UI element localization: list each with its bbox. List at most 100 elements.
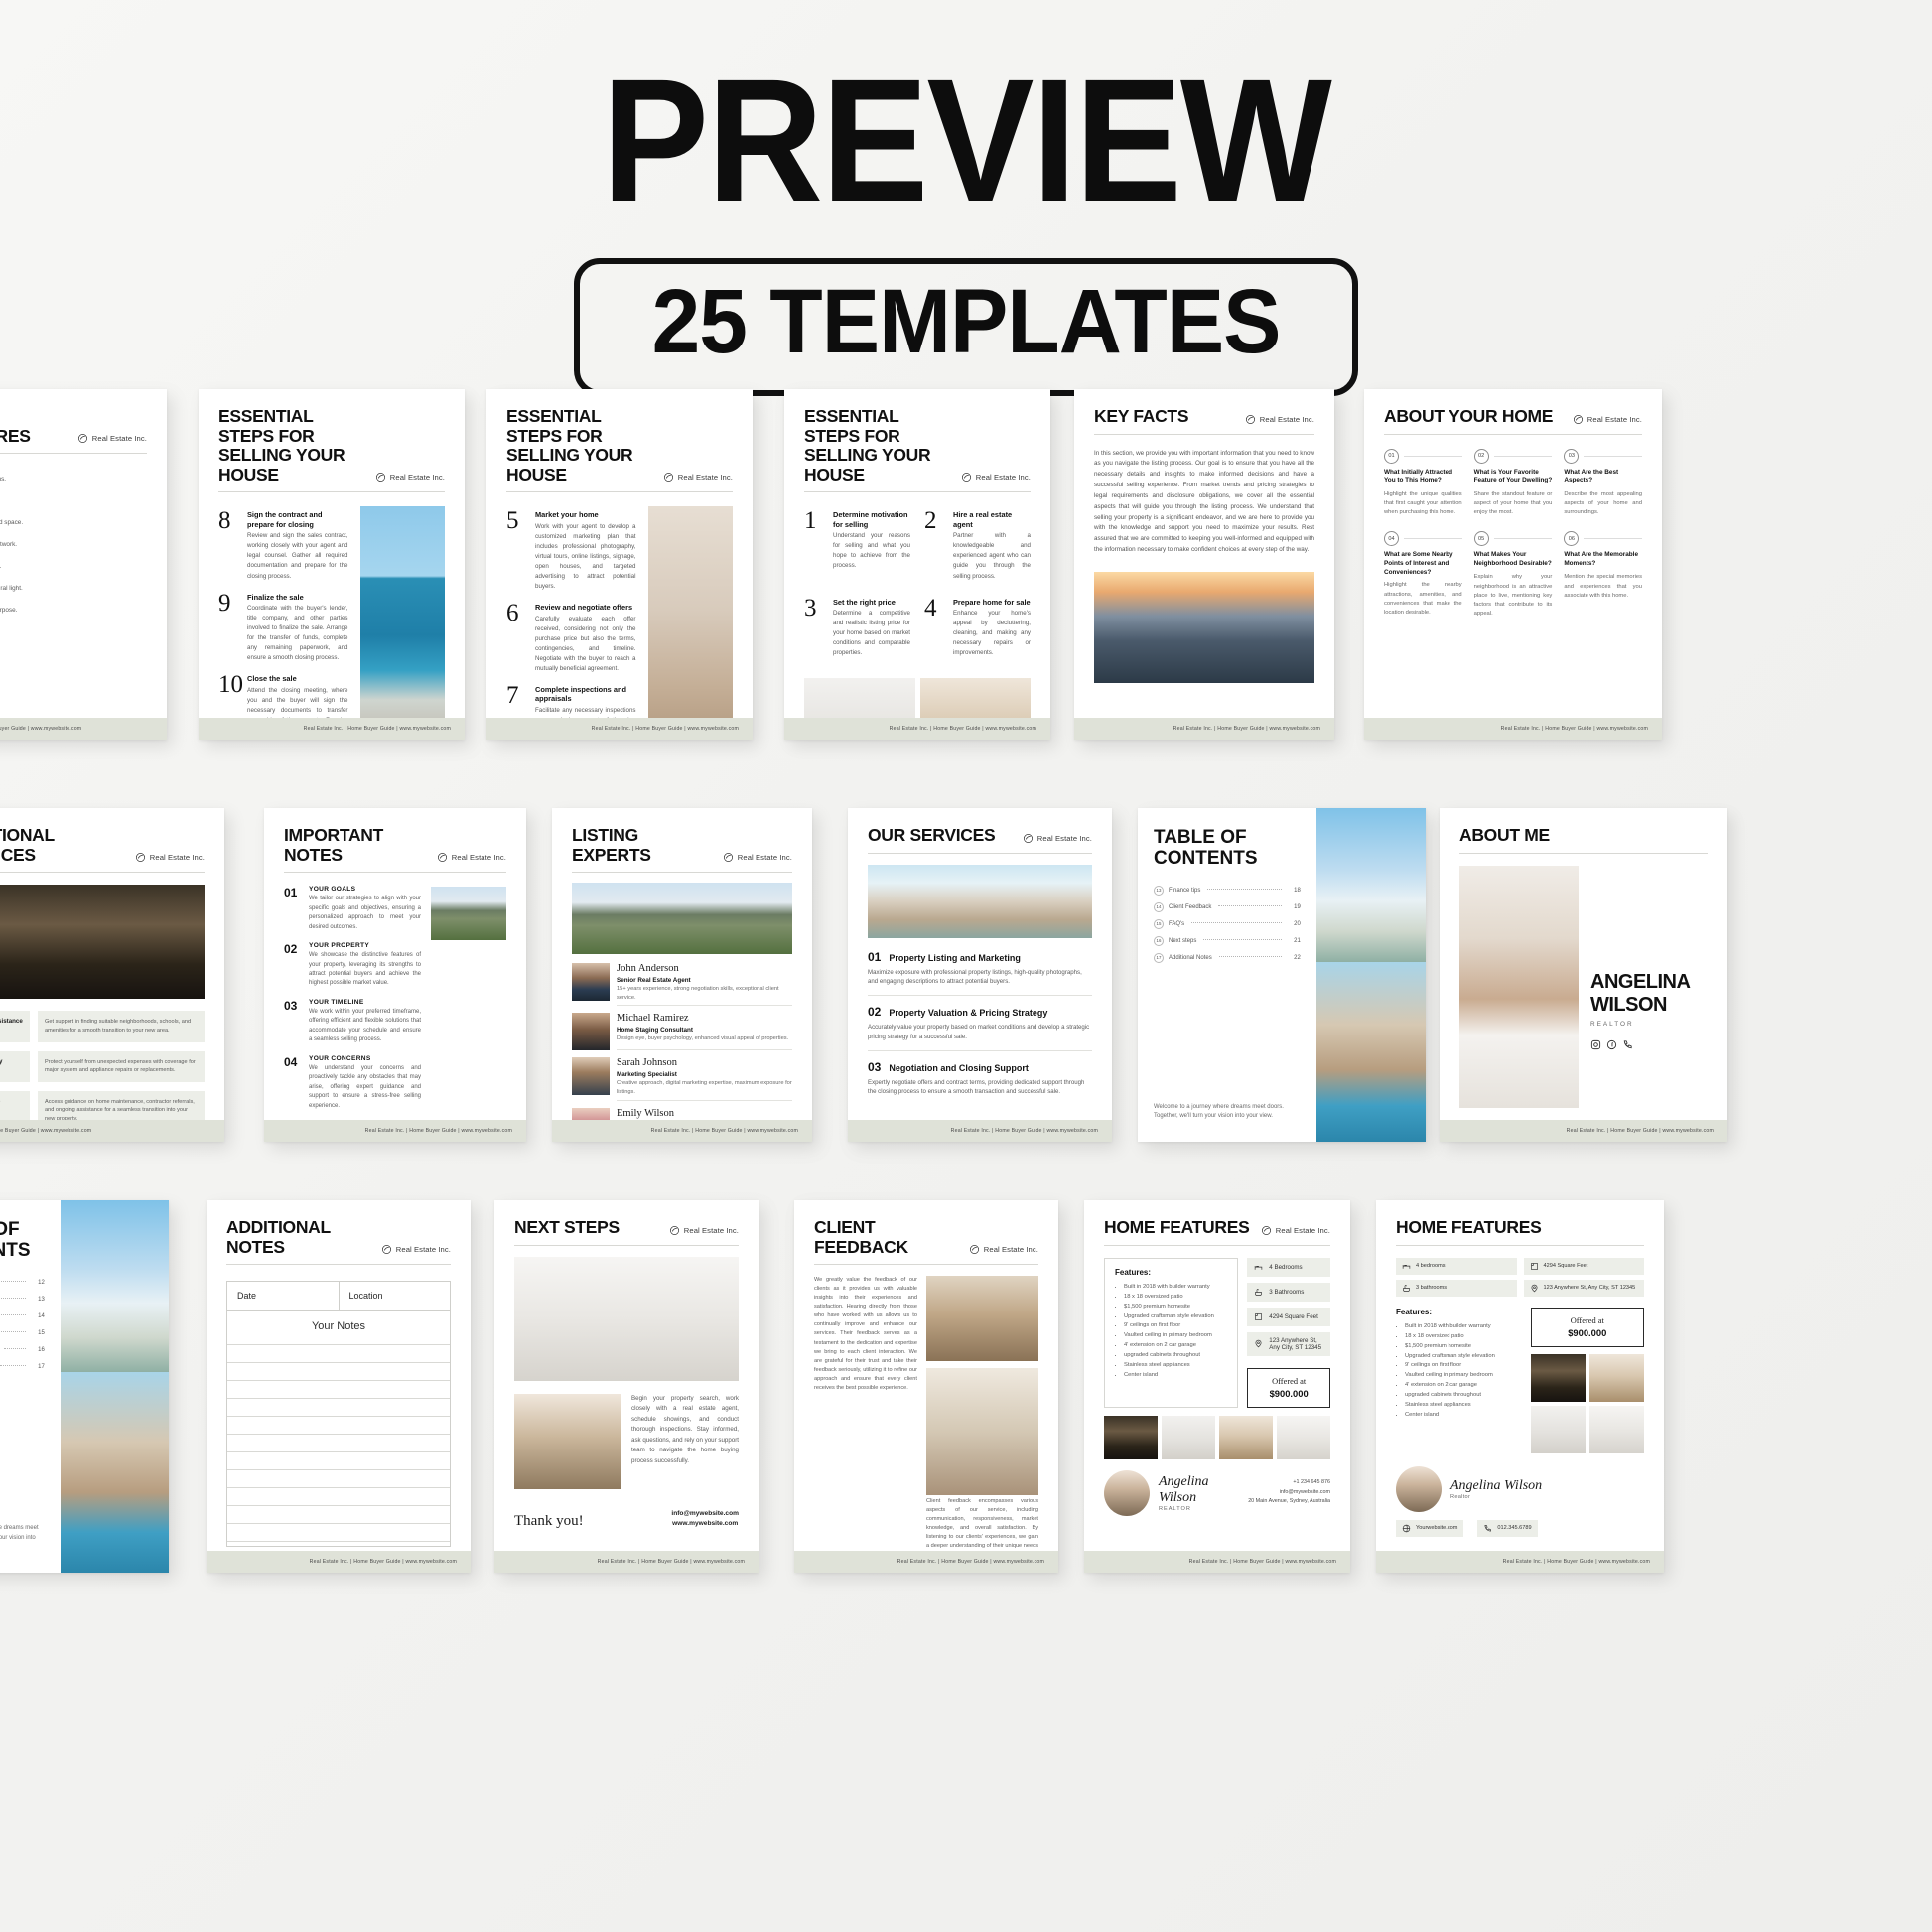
step-item: 9 Finalize the sale Coordinate with the … bbox=[218, 591, 348, 664]
property-photo-room-2 bbox=[919, 678, 1031, 718]
agent-email[interactable]: info@mywebsite.com bbox=[1248, 1488, 1330, 1498]
toc-row[interactable]: 16 Next steps 21 bbox=[1154, 935, 1301, 946]
contact-website[interactable]: www.mywebsite.com bbox=[671, 1519, 739, 1530]
template-card-key-facts[interactable]: KEY FACTS Real Estate Inc. In this secti… bbox=[1074, 389, 1334, 740]
template-card-next-steps[interactable]: NEXT STEPS Real Estate Inc. Begin your p… bbox=[494, 1200, 759, 1573]
template-card-home-features-b[interactable]: HOME FEATURES 4 bedrooms 3 bathrooms 429… bbox=[1376, 1200, 1664, 1573]
step-item: 4 Prepare home for sale Enhance your hom… bbox=[924, 594, 1031, 659]
hero-section: PREVIEW 25 TEMPLATES bbox=[0, 0, 1932, 396]
divider bbox=[226, 1264, 451, 1266]
template-card-additional-services[interactable]: ADDITIONAL SERVICES Real Estate Inc. Rel… bbox=[0, 808, 224, 1142]
offer-price: $900.000 bbox=[1568, 1326, 1607, 1338]
page-title: TABLE OF CONTENTS bbox=[0, 1219, 31, 1261]
leaf-icon bbox=[1261, 1225, 1271, 1235]
template-card-client-feedback[interactable]: CLIENT FEEDBACK Real Estate Inc. We grea… bbox=[794, 1200, 1058, 1573]
toc-row[interactable]: 08 Home Features 13 bbox=[0, 1295, 45, 1305]
property-photo-kitchen-bar bbox=[514, 1393, 621, 1489]
template-card-table-of-contents-b[interactable]: TABLE OF CONTENTS 13 Finance tips 18 14 … bbox=[1138, 808, 1426, 1142]
template-card-selling-steps-1-4[interactable]: ESSENTIAL STEPS FOR SELLING YOUR HOUSE R… bbox=[784, 389, 1050, 740]
avatar bbox=[572, 1057, 610, 1096]
step-number: 4 bbox=[924, 594, 937, 621]
next-steps-paragraph: Begin your property search, work closely… bbox=[631, 1394, 740, 1464]
template-card-important-notes[interactable]: IMPORTANT NOTES Real Estate Inc. 01 YOUR… bbox=[264, 808, 526, 1142]
toc-row[interactable]: 07 Key Features 12 bbox=[0, 1278, 45, 1288]
template-card-home-features-a[interactable]: HOME FEATURES Real Estate Inc. Features:… bbox=[1084, 1200, 1350, 1573]
offer-box: Offered at $900.000 bbox=[1530, 1307, 1644, 1347]
expert-description: Creative approach, digital marketing exp… bbox=[617, 1080, 792, 1096]
card-footer: Real Estate Inc. | Home Buyer Guide | ww… bbox=[207, 1551, 471, 1573]
question-text: What Are the Best Aspects? bbox=[1564, 468, 1619, 484]
phone-icon[interactable] bbox=[1622, 1039, 1633, 1050]
service-row: Post-Purchase Support Access guidance on… bbox=[0, 1090, 205, 1120]
area-icon bbox=[1255, 1312, 1263, 1320]
brand-logo: Real Estate Inc. bbox=[1245, 414, 1314, 427]
expert-role: Home Staging Consultant bbox=[617, 1026, 693, 1034]
template-card-additional-notes[interactable]: ADDITIONAL NOTES Real Estate Inc. Date L… bbox=[207, 1200, 471, 1573]
template-card-about-your-home[interactable]: ABOUT YOUR HOME Real Estate Inc. 01 What… bbox=[1364, 389, 1662, 740]
service-number: 02 bbox=[868, 1005, 882, 1020]
toc-row[interactable]: 14 Client Feedback 19 bbox=[1154, 901, 1301, 912]
instagram-icon[interactable] bbox=[1590, 1039, 1601, 1050]
spec-label: 123 Anywhere St, Any City, ST 12345 bbox=[1269, 1336, 1322, 1351]
toc-row[interactable]: 12 Staging Techniques 17 bbox=[0, 1362, 45, 1372]
agent-role: Realtor bbox=[1450, 1493, 1471, 1500]
agent-phone[interactable]: 012.345.6789 bbox=[1477, 1519, 1538, 1537]
expert-name: Emily Wilson bbox=[617, 1107, 675, 1119]
toc-row[interactable]: 09 Listing Experts 14 bbox=[0, 1311, 45, 1321]
list-item: ... and surfaces. bbox=[0, 628, 147, 635]
pin-icon bbox=[1531, 1284, 1537, 1292]
service-text: Expertly negotiate offers and contract t… bbox=[868, 1078, 1085, 1096]
feature-item: Built in 2018 with builder warranty bbox=[1405, 1322, 1522, 1332]
question-block: 01 What Initially Attracted You to This … bbox=[1384, 448, 1462, 518]
toc-leader bbox=[0, 1281, 26, 1283]
agent-phone[interactable]: +1 234 645 876 bbox=[1248, 1478, 1330, 1488]
spec-label: 4294 Square Feet bbox=[1543, 1263, 1588, 1270]
card-footer: Real Estate Inc. | Home Buyer Guide | ww… bbox=[848, 1120, 1112, 1142]
feature-item: Upgraded craftsman style elevation bbox=[1124, 1312, 1227, 1322]
agent-website[interactable]: Yourwebsite.com bbox=[1396, 1519, 1464, 1537]
feature-item: Stainless steel appliances bbox=[1124, 1361, 1227, 1371]
facebook-icon[interactable] bbox=[1606, 1039, 1617, 1050]
service-label: Home Warranty Programs bbox=[0, 1050, 30, 1082]
property-photo-lake bbox=[1094, 571, 1314, 683]
property-photo-lobby bbox=[0, 885, 205, 1000]
question-block: 06 What Are the Memorable Moments? Menti… bbox=[1564, 531, 1642, 619]
question-text: What is Your Favorite Feature of Your Dw… bbox=[1473, 468, 1553, 484]
toc-page: 21 bbox=[1294, 937, 1301, 944]
list-item: ...cables and cords bbox=[0, 650, 147, 657]
toc-row[interactable]: 10 Important Notes 15 bbox=[0, 1328, 45, 1338]
template-card-our-services[interactable]: OUR SERVICES Real Estate Inc. 01 Propert… bbox=[848, 808, 1112, 1142]
agent-portrait bbox=[1459, 865, 1579, 1108]
toc-row[interactable]: 11 Selling Your House... 16 bbox=[0, 1345, 45, 1355]
brand-logo: Real Estate Inc. bbox=[77, 433, 147, 446]
template-card-selling-steps-8-10[interactable]: ESSENTIAL STEPS FOR SELLING YOUR HOUSE R… bbox=[199, 389, 465, 740]
brand-name: Real Estate Inc. bbox=[683, 1225, 739, 1235]
brand-logo: Real Estate Inc. bbox=[375, 472, 445, 484]
contact-email[interactable]: info@mywebsite.com bbox=[671, 1509, 739, 1520]
template-card-listing-experts[interactable]: LISTING EXPERTS Real Estate Inc. John An… bbox=[552, 808, 812, 1142]
leaf-icon bbox=[381, 1245, 391, 1255]
notes-lines[interactable] bbox=[227, 1344, 450, 1546]
template-card-table-of-contents-a[interactable]: TABLE OF CONTENTS 07 Key Features 12 08 … bbox=[0, 1200, 169, 1573]
template-card-selling-steps-5-7[interactable]: ESSENTIAL STEPS FOR SELLING YOUR HOUSE R… bbox=[486, 389, 753, 740]
brand-logo: Real Estate Inc. bbox=[1023, 833, 1092, 846]
toc-row[interactable]: 17 Additional Notes 22 bbox=[1154, 952, 1301, 963]
toc-row[interactable]: 15 FAQ's 20 bbox=[1154, 918, 1301, 929]
template-card-key-features[interactable]: KEY FEATURES Real Estate Inc. ...move pe… bbox=[0, 389, 167, 740]
template-card-about-me[interactable]: ABOUT ME ANGELINA WILSON REALTOR Real Es… bbox=[1440, 808, 1727, 1142]
spec-address: 123 Anywhere St, Any City, ST 12345 bbox=[1523, 1279, 1644, 1297]
step-heading: Determine motivation for selling bbox=[833, 510, 908, 529]
toc-list: 13 Finance tips 18 14 Client Feedback 19 bbox=[1154, 885, 1301, 963]
expert-name: Sarah Johnson bbox=[617, 1057, 677, 1069]
step-text: Facilitate any necessary inspections or … bbox=[535, 706, 636, 718]
spec-label: 3 bathrooms bbox=[1416, 1285, 1448, 1292]
brand-name: Real Estate Inc. bbox=[149, 853, 205, 863]
toc-page: 17 bbox=[38, 1363, 45, 1370]
answer-text: Describe the most appealing aspects of y… bbox=[1564, 490, 1642, 516]
toc-row[interactable]: 13 Finance tips 18 bbox=[1154, 885, 1301, 896]
feature-item: Vaulted ceiling in primary bedroom bbox=[1405, 1371, 1522, 1381]
step-text: Work with your agent to develop a custom… bbox=[535, 522, 636, 591]
spec-area: 4294 Square Feet bbox=[1247, 1307, 1330, 1326]
toc-page: 16 bbox=[38, 1346, 45, 1353]
page-title: OUR SERVICES bbox=[868, 825, 996, 845]
